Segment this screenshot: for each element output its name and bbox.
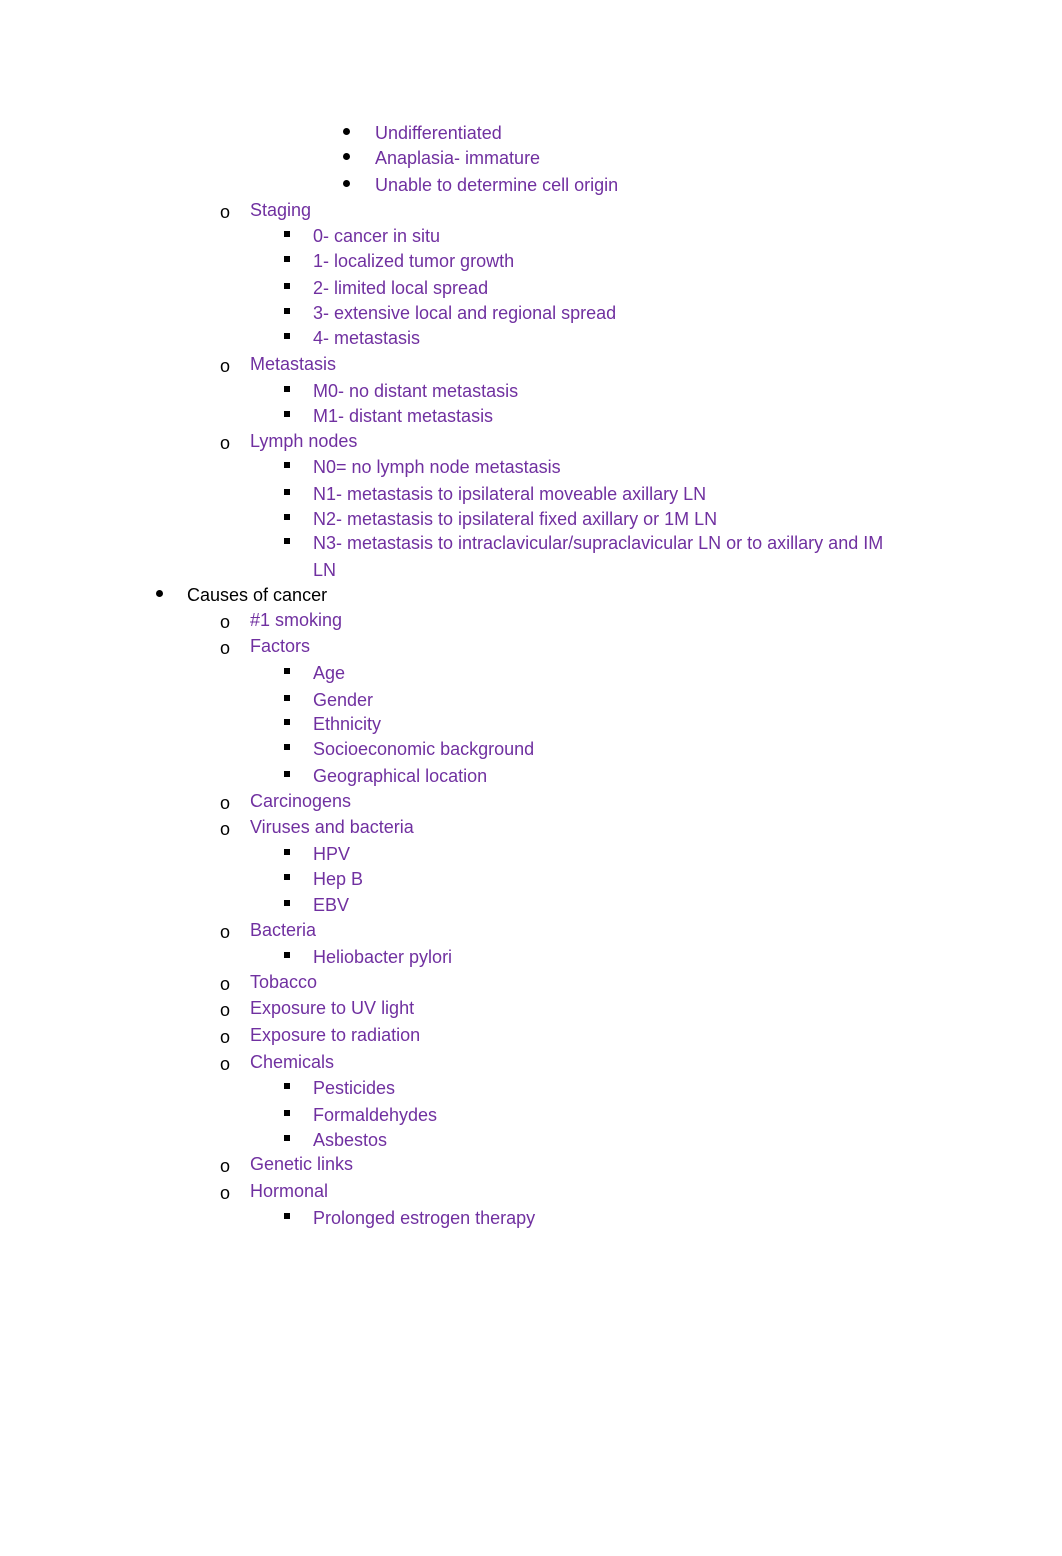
list-item: Ethnicity: [313, 714, 382, 734]
list-item: M0- no distant metastasis: [313, 381, 519, 401]
list-item: Tobacco: [250, 972, 318, 992]
list-item: Prolonged estrogen therapy: [313, 1208, 536, 1228]
list-item: Carcinogens: [250, 791, 352, 811]
list-item: Socioeconomic background: [313, 739, 535, 759]
bullet-dot-icon: [343, 128, 350, 135]
bullet-circle-icon: o: [220, 819, 231, 839]
list-item: 2- limited local spread: [313, 278, 489, 298]
bullet-square-icon: [284, 849, 290, 855]
bullet-circle-icon: o: [220, 922, 231, 942]
bullet-circle-icon: o: [220, 356, 231, 376]
bullet-square-icon: [284, 900, 290, 906]
bullet-square-icon: [284, 308, 290, 314]
list-item: EBV: [313, 895, 350, 915]
list-item: HPV: [313, 844, 351, 864]
bullet-dot-icon: [156, 590, 163, 597]
section-heading-bacteria: Bacteria: [250, 920, 317, 940]
section-heading-lymph-nodes: Lymph nodes: [250, 431, 358, 451]
list-item: Formaldehydes: [313, 1105, 438, 1125]
bullet-square-icon: [284, 462, 290, 468]
bullet-square-icon: [284, 386, 290, 392]
bullet-square-icon: [284, 771, 290, 777]
bullet-circle-icon: o: [220, 1027, 231, 1047]
list-item: #1 smoking: [250, 610, 343, 630]
bullet-square-icon: [284, 489, 290, 495]
bullet-circle-icon: o: [220, 638, 231, 658]
list-item: Age: [313, 663, 346, 683]
bullet-circle-icon: o: [220, 433, 231, 453]
list-item: 0- cancer in situ: [313, 226, 441, 246]
bullet-square-icon: [284, 744, 290, 750]
bullet-square-icon: [284, 695, 290, 701]
bullet-square-icon: [284, 538, 290, 544]
list-item: Exposure to radiation: [250, 1025, 421, 1045]
list-item-continuation: LN: [313, 560, 337, 580]
bullet-circle-icon: o: [220, 793, 231, 813]
section-heading-hormonal: Hormonal: [250, 1181, 329, 1201]
bullet-square-icon: [284, 283, 290, 289]
list-item: Hep B: [313, 869, 364, 889]
section-heading-causes: Causes of cancer: [187, 585, 328, 605]
bullet-dot-icon: [343, 180, 350, 187]
bullet-square-icon: [284, 256, 290, 262]
list-item: Genetic links: [250, 1154, 354, 1174]
bullet-square-icon: [284, 1135, 290, 1141]
list-item: N0= no lymph node metastasis: [313, 457, 561, 477]
bullet-square-icon: [284, 668, 290, 674]
bullet-square-icon: [284, 1083, 290, 1089]
list-item: Unable to determine cell origin: [375, 175, 619, 195]
bullet-square-icon: [284, 333, 290, 339]
list-item: Geographical location: [313, 766, 488, 786]
section-heading-staging: Staging: [250, 200, 312, 220]
bullet-square-icon: [284, 1213, 290, 1219]
bullet-circle-icon: o: [220, 1054, 231, 1074]
section-heading-factors: Factors: [250, 636, 311, 656]
list-item: Gender: [313, 690, 374, 710]
list-item: Pesticides: [313, 1078, 396, 1098]
list-item: Undifferentiated: [375, 123, 502, 143]
bullet-square-icon: [284, 1110, 290, 1116]
bullet-circle-icon: o: [220, 1000, 231, 1020]
list-item: 4- metastasis: [313, 328, 421, 348]
bullet-square-icon: [284, 874, 290, 880]
bullet-square-icon: [284, 952, 290, 958]
bullet-circle-icon: o: [220, 202, 231, 222]
section-heading-metastasis: Metastasis: [250, 354, 337, 374]
bullet-circle-icon: o: [220, 974, 231, 994]
list-item: M1- distant metastasis: [313, 406, 494, 426]
bullet-circle-icon: o: [220, 1156, 231, 1176]
document-page: Undifferentiated Anaplasia- immature Una…: [0, 0, 1062, 1556]
bullet-square-icon: [284, 719, 290, 725]
bullet-circle-icon: o: [220, 1183, 231, 1203]
list-item: N2- metastasis to ipsilateral fixed axil…: [313, 509, 718, 529]
list-item: Heliobacter pylori: [313, 947, 453, 967]
list-item: Anaplasia- immature: [375, 148, 541, 168]
bullet-square-icon: [284, 411, 290, 417]
section-heading-viruses: Viruses and bacteria: [250, 817, 414, 837]
bullet-dot-icon: [343, 153, 350, 160]
bullet-square-icon: [284, 231, 290, 237]
list-item: N1- metastasis to ipsilateral moveable a…: [313, 484, 707, 504]
bullet-circle-icon: o: [220, 612, 231, 632]
list-item: 1- localized tumor growth: [313, 251, 515, 271]
list-item: Asbestos: [313, 1130, 388, 1150]
list-item: 3- extensive local and regional spread: [313, 303, 617, 323]
list-item: N3- metastasis to intraclavicular/suprac…: [313, 533, 884, 553]
bullet-square-icon: [284, 514, 290, 520]
section-heading-chemicals: Chemicals: [250, 1052, 335, 1072]
list-item: Exposure to UV light: [250, 998, 415, 1018]
